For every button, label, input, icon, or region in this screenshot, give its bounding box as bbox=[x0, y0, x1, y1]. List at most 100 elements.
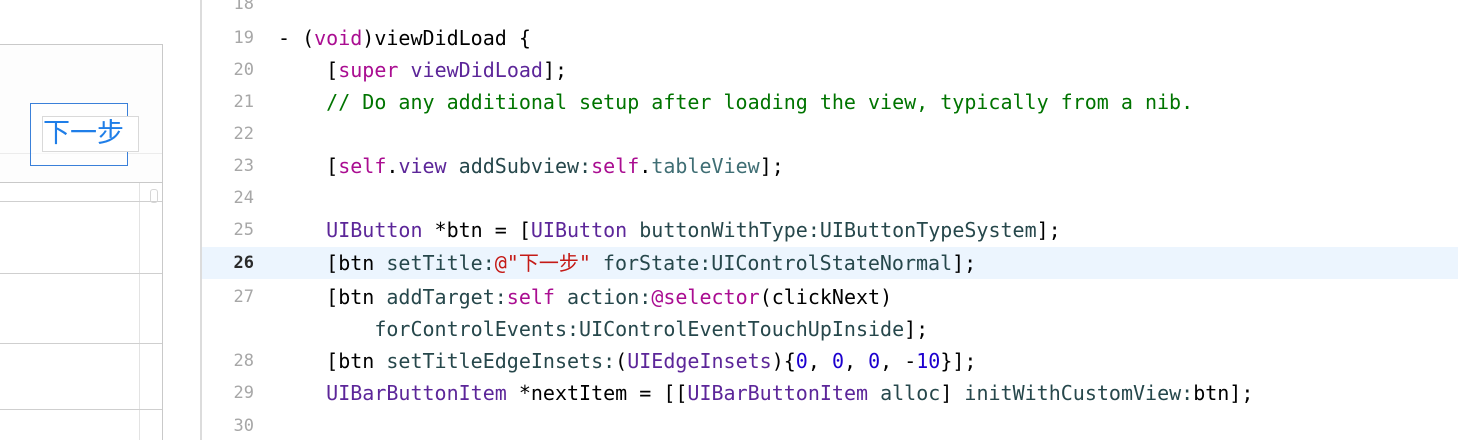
code-token: UIButton bbox=[530, 218, 628, 242]
code-token: setTitle: bbox=[386, 251, 495, 275]
code-line[interactable]: 25 UIButton *btn = [UIButton buttonWithT… bbox=[202, 214, 1458, 246]
code-token: 0 bbox=[831, 349, 844, 373]
code-line[interactable]: 27 [btn addTarget:self action:@selector(… bbox=[202, 281, 1458, 313]
code-text[interactable]: [btn setTitleEdgeInsets:(UIEdgeInsets){0… bbox=[278, 345, 976, 377]
line-number: 24 bbox=[233, 188, 254, 208]
code-token: UIBarButtonItem bbox=[326, 381, 507, 405]
line-number: 25 bbox=[233, 220, 254, 240]
code-token: // Do any additional setup after loading… bbox=[278, 90, 1194, 114]
code-token: ]; bbox=[904, 317, 929, 341]
line-number: 26 bbox=[233, 253, 254, 273]
code-token: self bbox=[591, 154, 640, 178]
code-token: super bbox=[338, 58, 399, 82]
code-line[interactable]: forControlEvents:UIControlEventTouchUpIn… bbox=[202, 313, 1458, 345]
code-token: [btn bbox=[278, 349, 387, 373]
code-token: UIControlStateNormal bbox=[711, 251, 953, 275]
code-token: *nextItem = [[ bbox=[506, 381, 688, 405]
code-token: UIButtonTypeSystem bbox=[819, 218, 1037, 242]
table-view[interactable] bbox=[0, 183, 162, 440]
code-editor[interactable]: 18 19- (void)viewDidLoad {20 [super viewD… bbox=[202, 0, 1458, 440]
code-token: forControlEvents: bbox=[374, 317, 580, 341]
code-token: forState: bbox=[602, 251, 712, 275]
code-text[interactable]: forControlEvents:UIControlEventTouchUpIn… bbox=[278, 313, 928, 345]
interface-preview-pane: 下一步 bbox=[0, 0, 200, 440]
next-button-outline[interactable]: 下一步 bbox=[30, 103, 139, 166]
code-token: setTitleEdgeInsets: bbox=[386, 349, 616, 373]
line-number: 27 bbox=[233, 287, 254, 307]
code-token: [btn bbox=[278, 285, 387, 309]
table-row-separator bbox=[0, 201, 162, 202]
scroll-indicator[interactable] bbox=[150, 189, 158, 203]
code-line[interactable]: 26 [btn setTitle:@"下一步" forState:UIContr… bbox=[202, 247, 1458, 279]
code-token: 0 bbox=[868, 349, 881, 373]
code-token: alloc bbox=[880, 381, 941, 405]
code-line[interactable]: 24 bbox=[202, 182, 1458, 214]
code-line[interactable]: 30 bbox=[202, 410, 1458, 442]
code-token: initWithCustomView: bbox=[964, 381, 1194, 405]
code-token: ]; bbox=[542, 58, 568, 82]
line-number: 20 bbox=[233, 60, 254, 80]
code-token: . bbox=[386, 154, 399, 178]
code-text[interactable]: UIButton *btn = [UIButton buttonWithType… bbox=[278, 214, 1061, 246]
code-token: ]; bbox=[1036, 218, 1061, 242]
code-text[interactable]: [super viewDidLoad]; bbox=[278, 54, 567, 86]
code-line[interactable]: 20 [super viewDidLoad]; bbox=[202, 54, 1458, 86]
code-token: , bbox=[807, 349, 832, 373]
code-token: viewDidLoad bbox=[410, 58, 543, 82]
code-token: UIControlEventTouchUpInside bbox=[579, 317, 905, 341]
line-number: 28 bbox=[233, 351, 254, 371]
line-number: 21 bbox=[233, 92, 254, 112]
line-number: 22 bbox=[233, 124, 254, 144]
code-text[interactable]: [btn addTarget:self action:@selector(cli… bbox=[278, 281, 892, 313]
code-token: , - bbox=[880, 349, 917, 373]
code-token: - ( bbox=[278, 26, 315, 50]
code-text[interactable]: UIBarButtonItem *nextItem = [[UIBarButto… bbox=[278, 377, 1253, 409]
code-token: UIEdgeInsets bbox=[627, 349, 772, 373]
code-token: btn]; bbox=[1193, 381, 1254, 405]
code-token: @selector bbox=[651, 285, 760, 309]
code-line[interactable]: 28 [btn setTitleEdgeInsets:(UIEdgeInsets… bbox=[202, 345, 1458, 377]
code-token: 0 bbox=[795, 349, 808, 373]
table-row-separator bbox=[0, 343, 162, 344]
code-token: )viewDidLoad { bbox=[362, 26, 531, 50]
table-row-separator bbox=[0, 409, 162, 410]
code-line[interactable]: 23 [self.view addSubview:self.tableView]… bbox=[202, 150, 1458, 182]
code-token: [ bbox=[278, 154, 339, 178]
code-line[interactable]: 21 // Do any additional setup after load… bbox=[202, 86, 1458, 118]
table-row-separator bbox=[0, 273, 162, 274]
code-token: ] bbox=[940, 381, 965, 405]
code-token: void bbox=[314, 26, 363, 50]
navigation-bar: 下一步 bbox=[0, 45, 162, 183]
line-number: 19 bbox=[233, 28, 254, 48]
code-token: self bbox=[506, 285, 555, 309]
code-token: buttonWithType: bbox=[639, 218, 820, 242]
code-line[interactable]: 18 bbox=[202, 0, 1458, 20]
code-text[interactable]: [self.view addSubview:self.tableView]; bbox=[278, 150, 784, 182]
code-text[interactable]: // Do any additional setup after loading… bbox=[278, 86, 1193, 118]
line-number: 23 bbox=[233, 156, 254, 176]
code-line[interactable]: 22 bbox=[202, 118, 1458, 150]
code-token: self bbox=[338, 154, 387, 178]
code-line[interactable]: 19 - (void)viewDidLoad { bbox=[202, 22, 1458, 54]
next-button-label[interactable]: 下一步 bbox=[42, 116, 139, 152]
simulator-frame: 下一步 bbox=[0, 44, 163, 440]
code-token: UIButton bbox=[326, 218, 423, 242]
code-token: ( bbox=[615, 349, 628, 373]
code-token: [ bbox=[278, 58, 339, 82]
code-text[interactable]: [btn setTitle:@"下一步" forState:UIControlS… bbox=[278, 247, 976, 279]
code-token: *btn = [ bbox=[422, 218, 531, 242]
code-token: UIBarButtonItem bbox=[687, 381, 869, 405]
code-line[interactable]: 29 UIBarButtonItem *nextItem = [[UIBarBu… bbox=[202, 377, 1458, 409]
code-token: (clickNext) bbox=[759, 285, 893, 309]
code-text[interactable]: - (void)viewDidLoad { bbox=[278, 22, 531, 54]
code-token: 10 bbox=[916, 349, 941, 373]
code-token: [btn bbox=[278, 251, 387, 275]
code-token: addSubview: bbox=[458, 154, 592, 178]
